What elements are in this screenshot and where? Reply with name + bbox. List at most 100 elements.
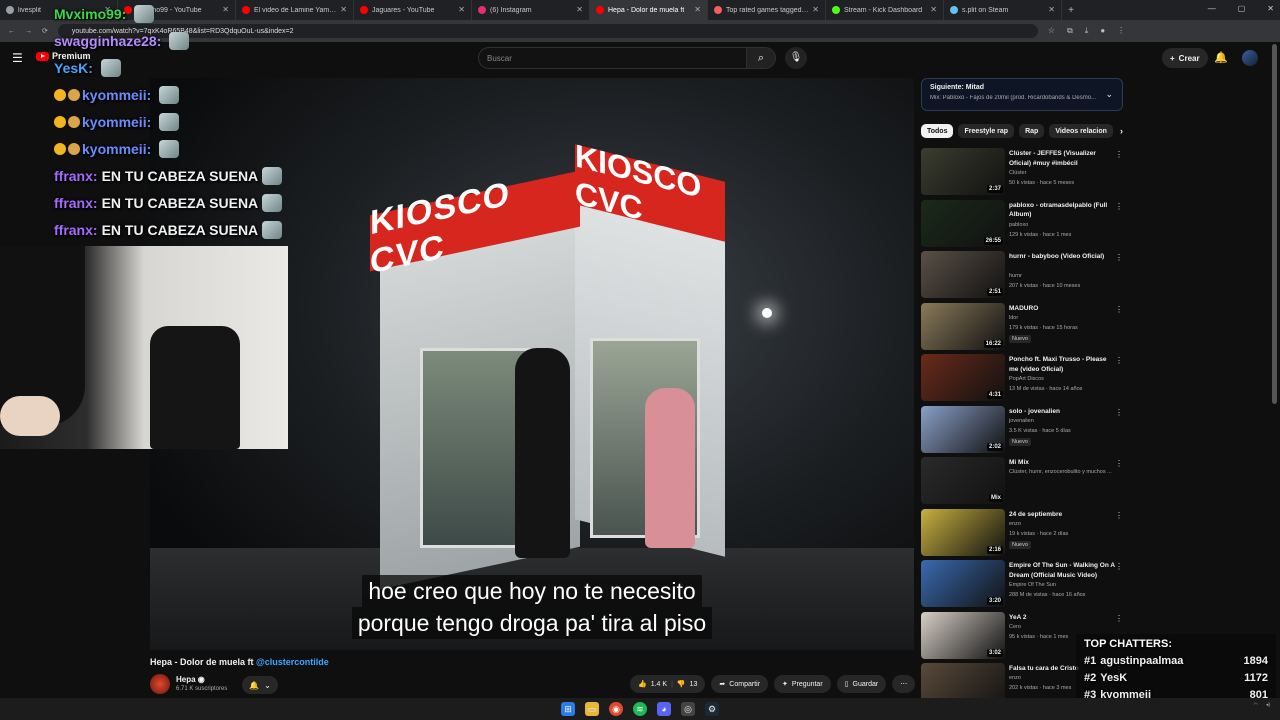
recommended-video[interactable]: 2:51 hurnr - babyboo (Video Oficial) hurnr… <box>921 251 1131 303</box>
recommended-channel[interactable]: hurnr <box>1009 273 1022 279</box>
video-thumbnail[interactable]: 3:20 <box>921 560 1005 607</box>
recommended-video[interactable]: 3:20 Empire Of The Sun - Walking On A Dre… <box>921 560 1131 612</box>
close-icon[interactable]: ✕ <box>930 5 937 14</box>
recommended-video[interactable]: Mix Mi Mix Clúster, hurnr, enzocerobulito … <box>921 457 1131 509</box>
more-options-icon[interactable]: ⋮ <box>1115 614 1123 623</box>
recommended-channel[interactable]: enzo <box>1009 675 1021 681</box>
filter-chip[interactable]: Todos <box>921 124 954 138</box>
browser-tab[interactable]: s.plit on Steam ✕ <box>944 0 1062 20</box>
forward-icon[interactable]: → <box>25 28 32 35</box>
recommended-channel[interactable]: Clúster <box>1009 170 1026 176</box>
browser-tab[interactable]: Top rated games tagged Psych✕ <box>708 0 826 20</box>
recommended-channel[interactable]: Cero <box>1009 624 1021 630</box>
recommended-channel[interactable]: enzo <box>1009 521 1021 527</box>
recommended-channel[interactable]: pabloxo <box>1009 222 1028 228</box>
chevron-right-icon[interactable]: › <box>1120 124 1123 138</box>
browser-tab[interactable]: Hepa - Dolor de muela ft ✕ <box>590 0 708 20</box>
close-icon[interactable]: ✕ <box>458 5 465 14</box>
channel-avatar[interactable] <box>150 674 170 694</box>
recommended-video[interactable]: 2:37 Clúster - JEFFES (Visualizer Oficial… <box>921 148 1131 200</box>
discord-icon[interactable]: ◕ <box>657 702 671 716</box>
share-button[interactable]: ➦ Compartir <box>711 675 769 693</box>
profile-icon[interactable]: ● <box>1100 26 1105 36</box>
video-thumbnail[interactable]: 16:22 <box>921 302 1005 350</box>
browser-tab[interactable]: Stream - Kick Dashboard ✕ <box>826 0 944 20</box>
recommended-channel[interactable]: Empire Of The Sun <box>1009 582 1056 588</box>
recommended-title[interactable]: pabloxo - otramasdelpablo (Full Album) <box>1009 201 1117 220</box>
recommended-video[interactable]: 2:02 solo - jovenalien jovenalien 3.5 K vis… <box>921 405 1131 458</box>
close-icon[interactable]: ✕ <box>576 5 583 14</box>
browser-menu-icon[interactable]: ⋮ <box>1117 26 1125 36</box>
page-scrollbar[interactable] <box>1272 44 1277 404</box>
recommended-title[interactable]: YeA 2 <box>1009 613 1117 623</box>
video-thumbnail[interactable]: Mix <box>921 457 1005 504</box>
channel-name[interactable]: Hepa ◉ <box>176 675 205 684</box>
more-options-icon[interactable]: ⋮ <box>1115 356 1123 365</box>
search-icon[interactable]: ⌕ <box>746 47 776 69</box>
recommended-channel[interactable]: PopArt Discos <box>1009 376 1044 382</box>
more-options-icon[interactable]: ⋮ <box>1115 511 1123 520</box>
recommended-title[interactable]: Empire Of The Sun - Walking On A Dream (… <box>1009 561 1117 580</box>
account-avatar[interactable] <box>1242 50 1258 66</box>
recommended-title[interactable]: hurnr - babyboo (Video Oficial) <box>1009 252 1117 262</box>
recommended-title[interactable]: Clúster - JEFFES (Visualizer Oficial) #m… <box>1009 149 1117 168</box>
close-window-icon[interactable]: ✕ <box>1267 4 1274 13</box>
close-icon[interactable]: ✕ <box>1048 5 1055 14</box>
recommended-title[interactable]: 24 de septiembre <box>1009 510 1117 520</box>
new-tab-button[interactable]: + <box>1062 5 1080 16</box>
recommended-video[interactable]: 2:16 24 de septiembre enzo 19 k vistas · ha… <box>921 508 1131 561</box>
hamburger-menu-icon[interactable]: ☰ <box>12 51 23 65</box>
start-icon[interactable]: ⊞ <box>561 702 575 716</box>
subscribe-bell-button[interactable]: 🔔 ⌄ <box>242 676 278 694</box>
up-next-card[interactable]: Siguiente: Mitad Mix: Pabloxo - Fajos de… <box>921 78 1123 111</box>
more-options-icon[interactable]: ⋮ <box>1115 150 1123 159</box>
search-input[interactable]: Buscar <box>478 47 746 69</box>
recommended-channel[interactable]: jovenalien <box>1009 418 1034 424</box>
reload-icon[interactable]: ⟳ <box>42 27 48 35</box>
close-icon[interactable]: ✕ <box>340 5 347 14</box>
chevron-down-icon[interactable]: ⌄ <box>1105 89 1113 100</box>
more-options-icon[interactable]: ⋮ <box>1115 305 1123 314</box>
back-icon[interactable]: ← <box>8 28 15 35</box>
minimize-icon[interactable]: — <box>1208 4 1216 13</box>
recommended-title[interactable]: solo - jovenalien <box>1009 407 1117 417</box>
more-options-icon[interactable]: ⋮ <box>1115 408 1123 417</box>
browser-tab[interactable]: (6) Instagram ✕ <box>472 0 590 20</box>
maximize-icon[interactable]: ▢ <box>1238 4 1246 13</box>
video-thumbnail[interactable]: 4:31 <box>921 354 1005 401</box>
file-explorer-icon[interactable]: ▭ <box>585 702 599 716</box>
recommended-video[interactable]: 26:55 pabloxo - otramasdelpablo (Full Alb… <box>921 199 1131 252</box>
recommended-title[interactable]: Poncho ft. Maxi Trusso - Please me (vide… <box>1009 355 1117 374</box>
ask-button[interactable]: ✦ Preguntar <box>774 675 831 693</box>
close-icon[interactable]: ✕ <box>694 5 701 14</box>
obs-icon[interactable]: ◎ <box>681 702 695 716</box>
video-thumbnail[interactable]: 2:51 <box>921 251 1005 298</box>
video-thumbnail[interactable]: 2:37 <box>921 148 1005 195</box>
save-button[interactable]: ▯ Guardar <box>836 675 887 693</box>
more-options-icon[interactable]: ⋮ <box>1115 459 1123 468</box>
microphone-icon[interactable]: 🎙 <box>785 47 807 69</box>
create-button[interactable]: + Crear <box>1162 48 1208 68</box>
notifications-icon[interactable]: 🔔 <box>1214 51 1228 64</box>
recommended-video[interactable]: 16:22 MADURO ldor 179 k vistas · hace 15 ho… <box>921 302 1131 355</box>
video-title-mention[interactable]: @clustercontilde <box>256 657 329 667</box>
spotify-icon[interactable]: ≋ <box>633 702 647 716</box>
like-button[interactable]: 👍 1.4 K | 👎 13 <box>630 675 706 693</box>
extensions-icon[interactable]: ⧉ <box>1067 26 1073 36</box>
wifi-icon[interactable]: ◠ <box>1253 702 1257 708</box>
recommended-channel[interactable]: Clúster, hurnr, enzocerobulito y muchos … <box>1009 469 1112 475</box>
filter-chip[interactable]: Freestyle rap <box>958 124 1015 138</box>
more-actions-button[interactable]: ⋯ <box>892 675 916 693</box>
video-thumbnail[interactable]: 2:16 <box>921 508 1005 556</box>
recommended-video[interactable]: 4:31 Poncho ft. Maxi Trusso - Please me (… <box>921 354 1131 406</box>
steam-icon[interactable]: ⚙ <box>705 702 719 716</box>
video-thumbnail[interactable]: 26:55 <box>921 199 1005 247</box>
more-options-icon[interactable]: ⋮ <box>1115 202 1123 211</box>
chrome-icon[interactable]: ◉ <box>609 702 623 716</box>
browser-tab[interactable]: Jaguares - YouTube ✕ <box>354 0 472 20</box>
bookmark-icon[interactable]: ☆ <box>1048 26 1055 36</box>
recommended-title[interactable]: Mi Mix <box>1009 458 1117 468</box>
recommended-channel[interactable]: ldor <box>1009 315 1018 321</box>
video-thumbnail[interactable]: 2:02 <box>921 405 1005 453</box>
close-icon[interactable]: ✕ <box>812 5 819 14</box>
